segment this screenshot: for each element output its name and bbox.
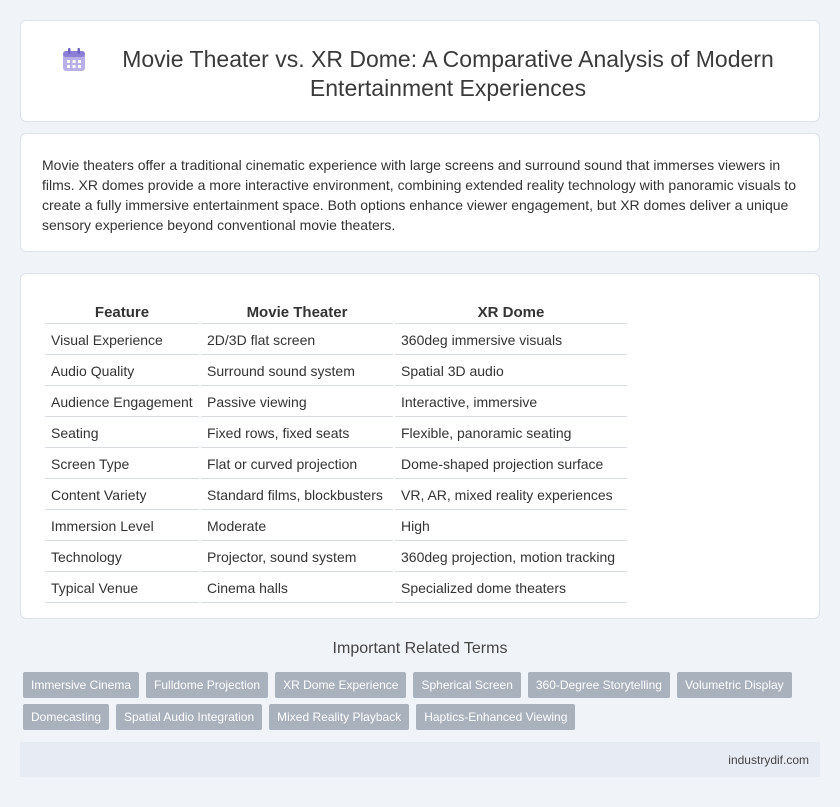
table-row: Technology Projector, sound system 360de…: [45, 543, 627, 572]
table-row: Audio Quality Surround sound system Spat…: [45, 357, 627, 386]
feature-cell: Visual Experience: [45, 326, 199, 355]
table-row: Content Variety Standard films, blockbus…: [45, 481, 627, 510]
table-row: Screen Type Flat or curved projection Do…: [45, 450, 627, 479]
calendar-icon: [63, 48, 85, 71]
feature-cell: Seating: [45, 419, 199, 448]
feature-cell: Audio Quality: [45, 357, 199, 386]
related-term-tag[interactable]: Fulldome Projection: [146, 672, 269, 698]
header-xr-dome: XR Dome: [395, 297, 627, 324]
related-term-tag[interactable]: Immersive Cinema: [23, 672, 140, 698]
feature-cell: Immersion Level: [45, 512, 199, 541]
title-card: Movie Theater vs. XR Dome: A Comparative…: [20, 20, 820, 122]
comparison-table: Feature Movie Theater XR Dome Visual Exp…: [43, 295, 629, 605]
xr-dome-cell: 360deg projection, motion tracking: [395, 543, 627, 572]
table-row: Visual Experience 2D/3D flat screen 360d…: [45, 326, 627, 355]
xr-dome-cell: Specialized dome theaters: [395, 574, 627, 603]
table-row: Audience Engagement Passive viewing Inte…: [45, 388, 627, 417]
related-term-tag[interactable]: Volumetric Display: [676, 672, 792, 698]
page-title: Movie Theater vs. XR Dome: A Comparative…: [122, 46, 774, 101]
related-term-tag[interactable]: Domecasting: [23, 704, 110, 730]
xr-dome-cell: Flexible, panoramic seating: [395, 419, 627, 448]
related-term-tag[interactable]: Haptics-Enhanced Viewing: [416, 704, 576, 730]
comparison-card: Feature Movie Theater XR Dome Visual Exp…: [20, 273, 820, 619]
xr-dome-cell: Dome-shaped projection surface: [395, 450, 627, 479]
feature-cell: Screen Type: [45, 450, 199, 479]
xr-dome-cell: High: [395, 512, 627, 541]
table-header-row: Feature Movie Theater XR Dome: [45, 297, 627, 324]
intro-card: Movie theaters offer a traditional cinem…: [20, 133, 820, 252]
related-terms-list: Immersive Cinema Fulldome Projection XR …: [23, 672, 803, 730]
feature-cell: Audience Engagement: [45, 388, 199, 417]
table-row: Seating Fixed rows, fixed seats Flexible…: [45, 419, 627, 448]
movie-theater-cell: Projector, sound system: [201, 543, 393, 572]
footer: industrydif.com: [20, 742, 820, 777]
xr-dome-cell: VR, AR, mixed reality experiences: [395, 481, 627, 510]
xr-dome-cell: 360deg immersive visuals: [395, 326, 627, 355]
table-row: Immersion Level Moderate High: [45, 512, 627, 541]
movie-theater-cell: Passive viewing: [201, 388, 393, 417]
header-movie-theater: Movie Theater: [201, 297, 393, 324]
feature-cell: Technology: [45, 543, 199, 572]
feature-cell: Content Variety: [45, 481, 199, 510]
movie-theater-cell: Standard films, blockbusters: [201, 481, 393, 510]
xr-dome-cell: Spatial 3D audio: [395, 357, 627, 386]
feature-cell: Typical Venue: [45, 574, 199, 603]
related-term-tag[interactable]: Spatial Audio Integration: [116, 704, 263, 730]
related-term-tag[interactable]: Spherical Screen: [413, 672, 521, 698]
related-terms-heading: Important Related Terms: [332, 640, 508, 657]
related-term-tag[interactable]: Mixed Reality Playback: [269, 704, 410, 730]
related-term-tag[interactable]: XR Dome Experience: [275, 672, 407, 698]
title-row: Movie Theater vs. XR Dome: A Comparative…: [21, 21, 819, 103]
related-term-tag[interactable]: 360-Degree Storytelling: [527, 672, 670, 698]
movie-theater-cell: Surround sound system: [201, 357, 393, 386]
header-feature: Feature: [45, 297, 199, 324]
movie-theater-cell: Fixed rows, fixed seats: [201, 419, 393, 448]
movie-theater-cell: Moderate: [201, 512, 393, 541]
table-row: Typical Venue Cinema halls Specialized d…: [45, 574, 627, 603]
movie-theater-cell: 2D/3D flat screen: [201, 326, 393, 355]
xr-dome-cell: Interactive, immersive: [395, 388, 627, 417]
movie-theater-cell: Flat or curved projection: [201, 450, 393, 479]
intro-paragraph: Movie theaters offer a traditional cinem…: [42, 157, 797, 233]
footer-site-link[interactable]: industrydif.com: [728, 753, 809, 767]
movie-theater-cell: Cinema halls: [201, 574, 393, 603]
